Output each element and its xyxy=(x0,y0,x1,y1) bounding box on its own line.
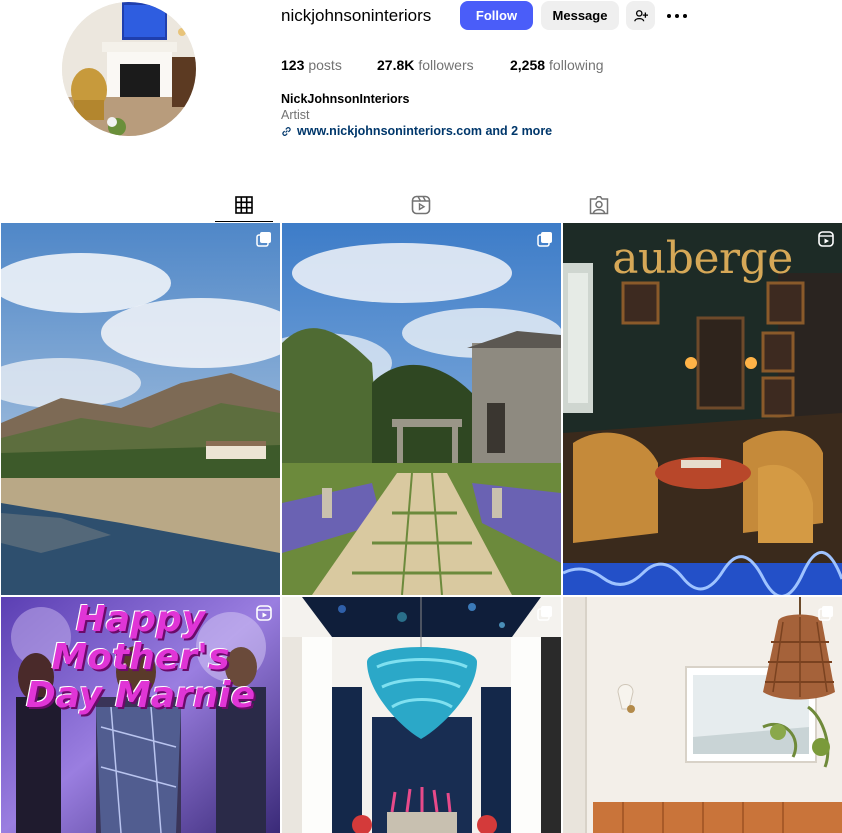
profile-full-name: NickJohnsonInteriors xyxy=(281,92,410,106)
reels-icon xyxy=(411,195,431,215)
post-thumbnail[interactable] xyxy=(1,223,280,595)
post-thumbnail[interactable] xyxy=(282,223,561,595)
followers-stat[interactable]: 27.8K followers xyxy=(377,57,474,73)
carousel-icon xyxy=(537,606,552,621)
following-stat[interactable]: 2,258 following xyxy=(510,57,604,73)
grid-icon xyxy=(235,196,253,214)
posts-stat: 123 posts xyxy=(281,57,342,73)
reels-icon xyxy=(818,231,834,247)
profile-category: Artist xyxy=(281,108,310,122)
post-title-text: auberge xyxy=(612,233,793,284)
user-plus-icon xyxy=(633,9,648,21)
tab-posts[interactable] xyxy=(215,189,273,222)
profile-website-link[interactable]: www.nickjohnsoninteriors.com and 2 more xyxy=(281,124,552,138)
post-thumbnail[interactable]: Happy Mother's Day Marnie xyxy=(1,597,280,833)
tagged-icon xyxy=(589,196,609,215)
follow-button[interactable]: Follow xyxy=(460,1,533,30)
message-button[interactable]: Message xyxy=(541,1,619,30)
tab-reels[interactable] xyxy=(400,189,442,221)
link-icon xyxy=(282,126,291,136)
more-options-button[interactable] xyxy=(665,8,689,24)
post-thumbnail[interactable]: auberge xyxy=(563,223,842,595)
profile-tabs xyxy=(0,189,842,222)
posts-grid: auberge Happy Mother's Day Marnie xyxy=(0,223,842,833)
post-overlay-text: Happy Mother's Day Marnie xyxy=(25,599,256,716)
tab-tagged[interactable] xyxy=(578,189,620,221)
post-thumbnail[interactable] xyxy=(282,597,561,833)
suggest-user-button[interactable] xyxy=(626,1,655,30)
carousel-icon xyxy=(818,606,833,621)
ellipsis-icon xyxy=(667,14,671,18)
carousel-icon xyxy=(537,232,552,247)
post-thumbnail[interactable] xyxy=(563,597,842,833)
reels-icon xyxy=(256,605,272,621)
carousel-icon xyxy=(256,232,271,247)
profile-username: nickjohnsoninteriors xyxy=(281,6,432,25)
profile-avatar[interactable] xyxy=(62,2,196,136)
